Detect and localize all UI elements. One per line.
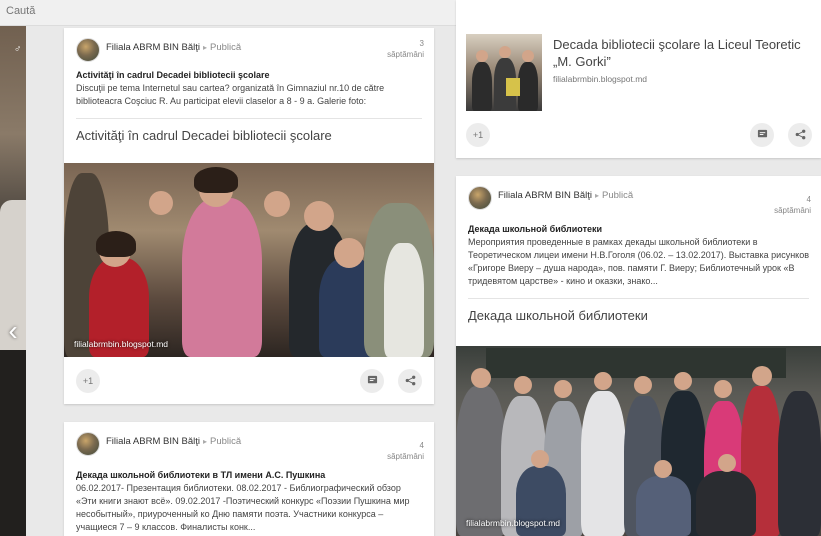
photo-figure (486, 348, 786, 378)
post-photo[interactable]: filialabrmbin.blogspot.md (64, 163, 434, 357)
plus-one-button[interactable]: +1 (76, 369, 100, 393)
post-time[interactable]: 4 săptămâni (774, 194, 811, 216)
post-title: Декада школьной библиотеки в ТЛ имени А.… (76, 470, 326, 480)
time-unit: săptămâni (387, 452, 424, 461)
avatar[interactable] (76, 432, 100, 456)
photo-figure (581, 391, 626, 536)
pin-icon: ♂ (14, 44, 22, 55)
photo-figure (714, 380, 732, 398)
photo-figure (522, 50, 534, 62)
share-icon (405, 375, 415, 386)
photo-figure (752, 366, 772, 386)
comment-button[interactable] (360, 369, 384, 393)
link-thumbnail[interactable] (466, 34, 542, 111)
photo-figure (499, 46, 511, 58)
time-number: 4 (806, 195, 811, 204)
post-card: Decada bibliotecii şcolare la Liceul Teo… (456, 0, 821, 158)
post-photo[interactable]: filialabrmbin.blogspot.md (456, 346, 821, 536)
background-figure (0, 350, 26, 536)
chevron-right-icon: ▸ (202, 43, 207, 52)
photo-figure (471, 368, 491, 388)
avatar[interactable] (76, 38, 100, 62)
chevron-right-icon: ▸ (594, 191, 599, 200)
comment-icon (757, 129, 767, 138)
photo-figure (264, 191, 290, 217)
time-number: 3 (419, 39, 424, 48)
photo-figure (182, 198, 262, 357)
photo-figure (456, 386, 506, 536)
photo-figure (554, 380, 572, 398)
photo-figure (384, 243, 424, 357)
photo-figure (506, 78, 520, 96)
photo-figure (149, 191, 173, 215)
link-domain[interactable]: filialabrmbin.blogspot.md (553, 74, 647, 84)
share-icon (795, 129, 805, 140)
photo-figure (778, 391, 821, 536)
author-name[interactable]: Filiala ABRM BIN Bălţi (498, 190, 592, 201)
photo-figure (718, 454, 736, 472)
audience-label[interactable]: Publică (210, 42, 241, 53)
author-name[interactable]: Filiala ABRM BIN Bălţi (106, 436, 200, 447)
photo-figure (472, 62, 492, 111)
photo-figure (476, 50, 488, 62)
post-time[interactable]: 4 săptămâni (387, 440, 424, 462)
post-title: Activităţi în cadrul Decadei bibliotecii… (76, 70, 270, 80)
post-body: Discuţii pe tema Internetul sau cartea? … (76, 83, 385, 106)
link-title[interactable]: Декада школьной библиотеки (456, 299, 821, 325)
photo-figure (334, 238, 364, 268)
link-title[interactable]: Activităţi în cadrul Decadei bibliotecii… (64, 119, 434, 145)
post-author-line: Filiala ABRM BIN Bălţi ▸ Publică (498, 190, 633, 201)
link-title[interactable]: Decada bibliotecii şcolare la Liceul Teo… (553, 36, 803, 70)
photo-figure (674, 372, 692, 390)
photo-figure (594, 372, 612, 390)
post-card: Filiala ABRM BIN Bălţi ▸ Publică 4 săptămâ… (64, 422, 434, 536)
share-button[interactable] (788, 123, 812, 147)
post-body: 06.02.2017- Презентация библиотеки. 08.0… (76, 483, 410, 532)
photo-figure (696, 471, 756, 536)
audience-label[interactable]: Publică (602, 190, 633, 201)
photo-figure (634, 376, 652, 394)
avatar[interactable] (468, 186, 492, 210)
post-body: Мероприятия проведенные в рамках декады … (468, 237, 809, 286)
photo-caption: filialabrmbin.blogspot.md (74, 339, 169, 349)
search-bar (0, 0, 498, 26)
post-header: Filiala ABRM BIN Bălţi ▸ Publică 4 săptămâ… (456, 176, 821, 216)
chevron-right-icon: ▸ (202, 437, 207, 446)
share-button[interactable] (398, 369, 422, 393)
photo-figure (194, 167, 238, 193)
post-author-line: Filiala ABRM BIN Bălţi ▸ Publică (106, 42, 241, 53)
photo-figure (531, 450, 549, 468)
photo-figure (304, 201, 334, 231)
post-time[interactable]: 3 săptămâni (387, 38, 424, 60)
photo-figure (96, 231, 136, 257)
author-name[interactable]: Filiala ABRM BIN Bălţi (106, 42, 200, 53)
search-input[interactable] (0, 0, 498, 22)
photo-figure (514, 376, 532, 394)
post-header: Filiala ABRM BIN Bălţi ▸ Publică 4 săptămâ… (64, 422, 434, 462)
post-card: Filiala ABRM BIN Bălţi ▸ Publică 3 săptămâ… (64, 28, 434, 404)
time-unit: săptămâni (387, 50, 424, 59)
post-header: Filiala ABRM BIN Bălţi ▸ Publică 3 săptămâ… (64, 28, 434, 68)
post-title: Декада школьной библиотеки (468, 224, 603, 234)
audience-label[interactable]: Publică (210, 436, 241, 447)
post-card: Filiala ABRM BIN Bălţi ▸ Publică 4 săptămâ… (456, 176, 821, 536)
photo-figure (654, 460, 672, 478)
plus-one-button[interactable]: +1 (466, 123, 490, 147)
comment-button[interactable] (750, 123, 774, 147)
chevron-left-icon[interactable]: ‹ (2, 316, 24, 346)
photo-figure (518, 62, 538, 111)
photo-figure (636, 476, 691, 536)
time-unit: săptămâni (774, 206, 811, 215)
photo-caption: filialabrmbin.blogspot.md (466, 518, 561, 528)
time-number: 4 (419, 441, 424, 450)
background-photo-strip (0, 0, 26, 536)
post-author-line: Filiala ABRM BIN Bălţi ▸ Publică (106, 436, 241, 447)
comment-icon (367, 375, 377, 384)
